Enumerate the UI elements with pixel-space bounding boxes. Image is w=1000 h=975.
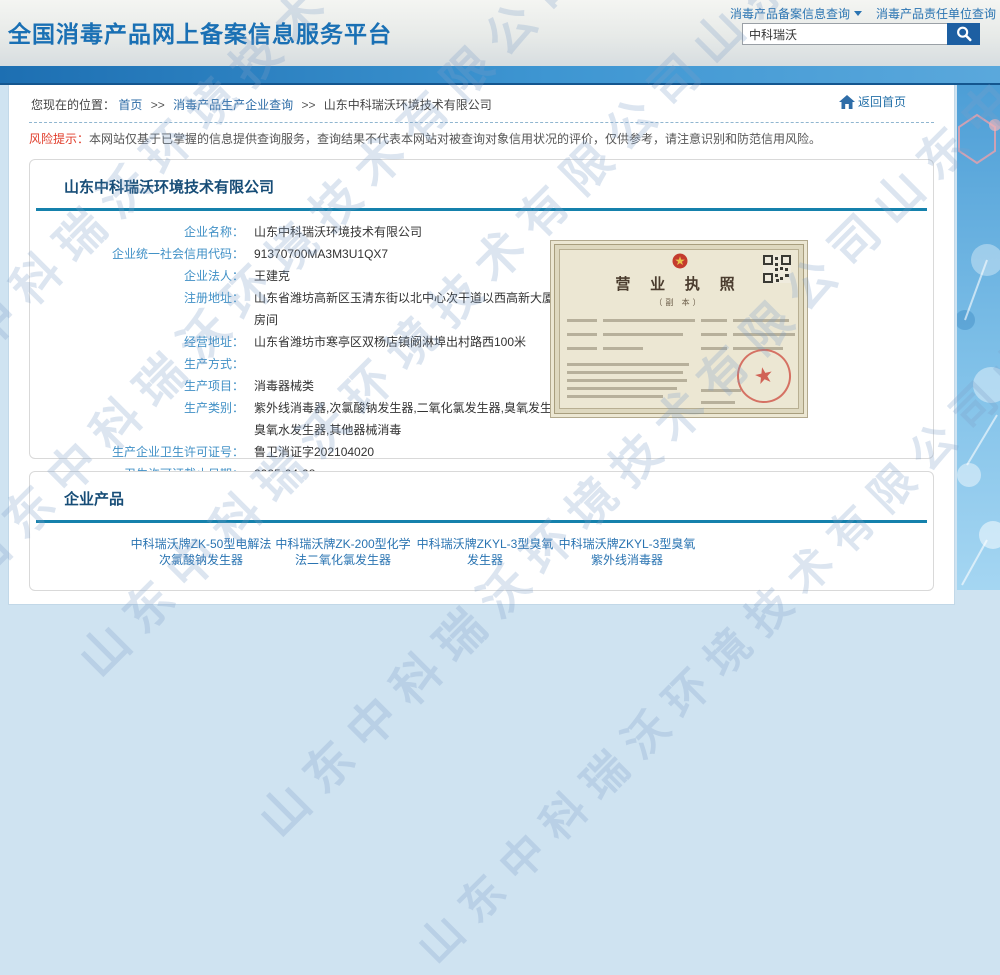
business-license-image[interactable]: 营 业 执 照 （副 本） (550, 240, 808, 418)
field-label: 经营地址： (30, 331, 244, 353)
product-link[interactable]: 中科瑞沃牌ZK-50型电解法次氯酸钠发生器 (130, 536, 272, 568)
field-value: 消毒器械类 (254, 375, 314, 397)
breadcrumb-enterprise-query-link[interactable]: 消毒产品生产企业查询 (173, 98, 293, 112)
breadcrumb-current-page: 山东中科瑞沃环境技术有限公司 (324, 98, 492, 112)
search-button[interactable] (947, 23, 980, 45)
field-label: 注册地址： (30, 287, 244, 331)
top-nav-links: 消毒产品备案信息查询 消毒产品责任单位查询 (730, 5, 996, 22)
field-label: 企业名称： (30, 221, 244, 243)
product-link[interactable]: 中科瑞沃牌ZKYL-3型臭氧紫外线消毒器 (556, 536, 698, 568)
field-value: 91370700MA3M3U1QX7 (254, 243, 388, 265)
seal-star: ★ (752, 361, 777, 391)
back-home-label: 返回首页 (858, 93, 906, 110)
national-emblem-icon (672, 253, 688, 271)
breadcrumb: 您现在的位置： 首页 >> 消毒产品生产企业查询 >> 山东中科瑞沃环境技术有限… (29, 85, 934, 123)
nav-link-record-info-query[interactable]: 消毒产品备案信息查询 (730, 5, 850, 22)
chevron-down-icon (854, 11, 862, 16)
back-home-link[interactable]: 返回首页 (839, 93, 906, 110)
field-label: 企业法人： (30, 265, 244, 287)
breadcrumb-separator: >> (151, 98, 165, 112)
qr-code-icon (763, 255, 791, 283)
product-link[interactable]: 中科瑞沃牌ZKYL-3型臭氧发生器 (414, 536, 556, 568)
product-link[interactable]: 中科瑞沃牌ZK-200型化学法二氧化氯发生器 (272, 536, 414, 568)
products-title: 企业产品 (30, 472, 933, 509)
search-bar (742, 23, 980, 45)
field-value: 王建克 (254, 265, 290, 287)
search-input[interactable] (742, 23, 947, 45)
products-card: 企业产品 中科瑞沃牌ZK-50型电解法次氯酸钠发生器 中科瑞沃牌ZK-200型化… (29, 471, 934, 591)
company-name-title: 山东中科瑞沃环境技术有限公司 (30, 160, 933, 197)
risk-notice: 风险提示：本网站仅基于已掌握的信息提供查询服务，查询结果不代表本网站对被查询对象… (29, 130, 934, 147)
search-icon (955, 25, 973, 43)
site-title: 全国消毒产品网上备案信息服务平台 (8, 15, 392, 49)
main-container: 您现在的位置： 首页 >> 消毒产品生产企业查询 >> 山东中科瑞沃环境技术有限… (8, 85, 955, 605)
breadcrumb-prefix: 您现在的位置： (31, 98, 115, 112)
field-label: 生产企业卫生许可证号： (30, 441, 244, 463)
field-value: 山东中科瑞沃环境技术有限公司 (254, 221, 422, 243)
company-info-card: 山东中科瑞沃环境技术有限公司 企业名称： 山东中科瑞沃环境技术有限公司 企业统一… (29, 159, 934, 459)
breadcrumb-home-link[interactable]: 首页 (118, 98, 142, 112)
molecule-decoration (957, 85, 1000, 590)
risk-notice-label: 风险提示： (29, 132, 89, 146)
breadcrumb-separator: >> (301, 98, 315, 112)
field-value: 紫外线消毒器,次氯酸钠发生器,二氧化氯发生器,臭氧发生器、臭氧水发生器,其他器械… (254, 397, 586, 441)
license-subtitle: （副 本） (551, 297, 807, 308)
risk-notice-text: 本网站仅基于已掌握的信息提供查询服务，查询结果不代表本网站对被查询对象信用状况的… (89, 132, 821, 146)
official-seal-icon: ★ (732, 344, 796, 408)
field-label: 生产项目： (30, 375, 244, 397)
field-label: 企业统一社会信用代码： (30, 243, 244, 265)
field-value: 山东省潍坊高新区玉清东街以北中心次干道以西高新大厦502房间 (254, 287, 586, 331)
field-label: 生产类别： (30, 397, 244, 441)
product-list: 中科瑞沃牌ZK-50型电解法次氯酸钠发生器 中科瑞沃牌ZK-200型化学法二氧化… (30, 523, 933, 568)
field-label: 生产方式： (30, 353, 244, 375)
field-value: 鲁卫消证字202104020 (254, 441, 374, 463)
field-value: 山东省潍坊市寒亭区双杨店镇阚淋埠出村路西100米 (254, 331, 526, 353)
top-banner: 全国消毒产品网上备案信息服务平台 消毒产品备案信息查询 消毒产品责任单位查询 (0, 0, 1000, 66)
nav-link-responsible-unit-query[interactable]: 消毒产品责任单位查询 (876, 5, 996, 22)
navbar (0, 66, 1000, 85)
home-icon (839, 95, 855, 109)
field-row: 生产企业卫生许可证号： 鲁卫消证字202104020 (30, 441, 933, 463)
